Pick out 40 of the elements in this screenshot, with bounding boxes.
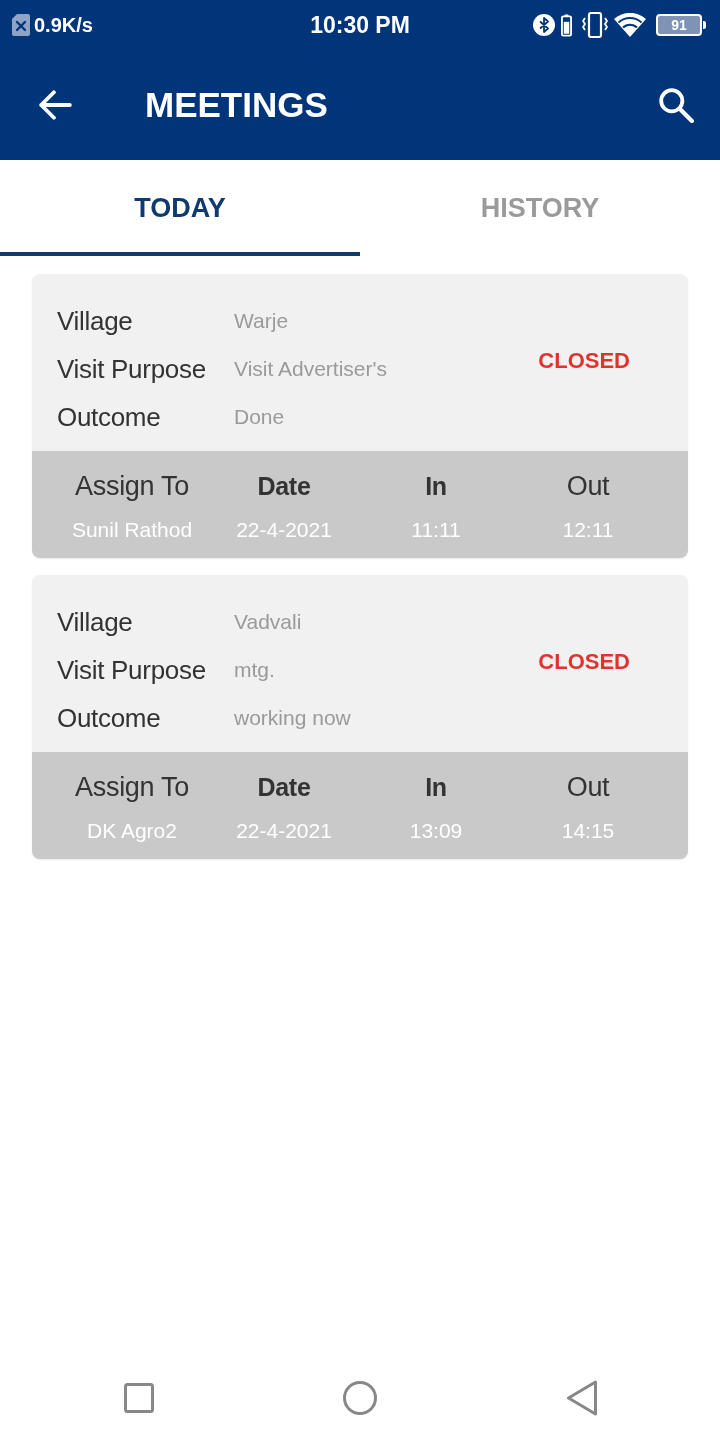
vibrate-icon [582,12,608,38]
sim-card-icon [12,14,30,36]
field-value: working now [234,706,352,730]
column-header: Assign To [75,771,189,804]
circle-icon [343,1381,377,1415]
column-header: Date [257,471,311,502]
status-time: 10:30 PM [310,11,410,39]
bluetooth-icon [533,14,555,36]
recent-apps-button[interactable] [124,1383,154,1413]
field-value: mtg. [234,658,276,682]
field-label: Outcome [57,401,162,433]
field-value: Done [234,405,286,429]
network-speed: 0.9K/s [34,13,93,37]
back-arrow-icon [38,90,72,120]
field-value: Visit Advertiser's [234,357,388,381]
back-button[interactable] [38,90,72,120]
search-icon [658,87,694,123]
home-button[interactable] [343,1381,377,1415]
search-button[interactable] [658,87,694,123]
square-icon [124,1383,154,1413]
column-header: In [425,471,447,502]
column-header: Date [257,772,311,803]
triangle-icon [566,1380,598,1416]
field-value: Vadvali [234,610,303,634]
column-header: Out [566,771,610,804]
field-label: Visit Purpose [57,353,207,385]
small-battery-icon [561,13,572,37]
field-value: Warje [234,309,290,333]
field-label: Village [57,606,134,638]
wifi-icon [614,13,646,37]
column-header: In [425,772,447,803]
column-header: Assign To [75,470,189,503]
field-label: Visit Purpose [57,654,207,686]
back-nav-button[interactable] [566,1380,598,1416]
status-label: CLOSED [538,648,630,676]
field-label: Outcome [57,702,162,734]
field-label: Village [57,305,134,337]
column-header: Out [566,470,610,503]
status-label: CLOSED [538,347,630,375]
screen-title: MEETINGS [145,85,329,125]
